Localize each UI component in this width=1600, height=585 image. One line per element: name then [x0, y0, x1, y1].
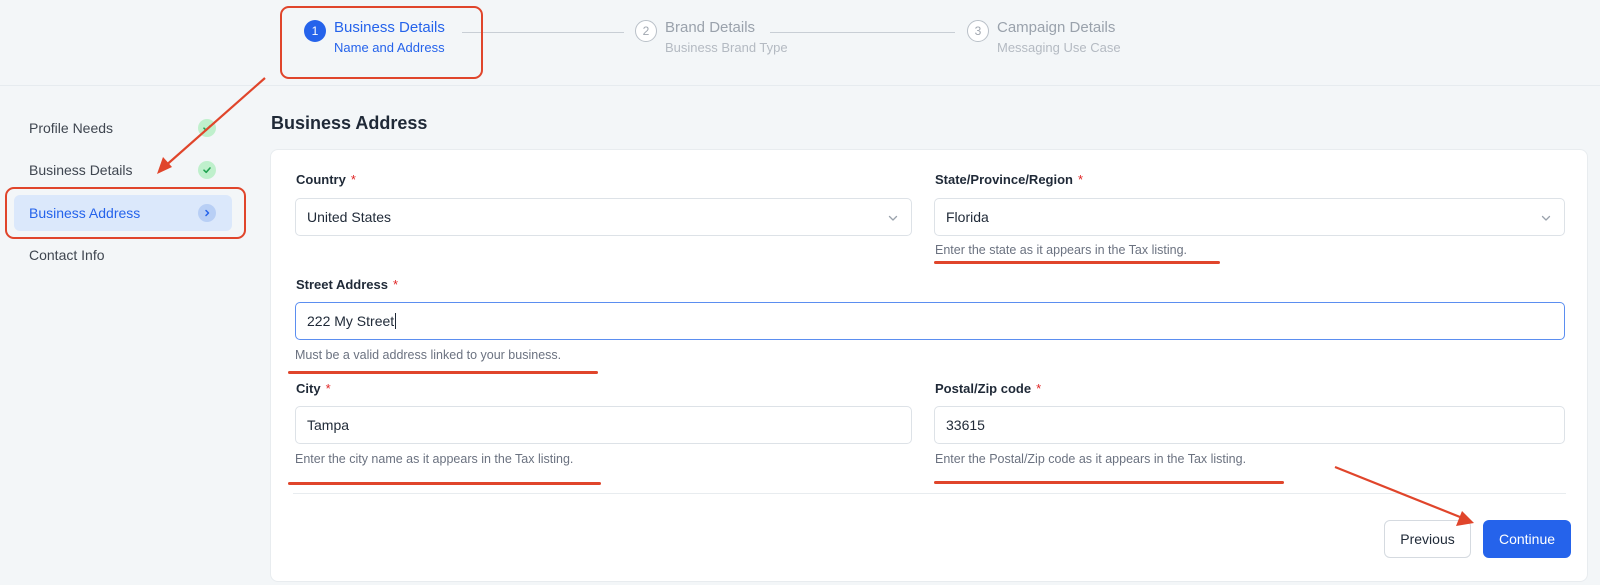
country-value: United States	[307, 209, 392, 225]
chevron-down-icon	[1540, 211, 1552, 227]
sidebar-item-label: Contact Info	[29, 247, 105, 263]
annotation-underline-postal	[934, 481, 1284, 484]
required-marker: *	[1036, 381, 1042, 396]
street-label: Street Address *	[296, 277, 398, 292]
previous-button[interactable]: Previous	[1384, 520, 1471, 558]
sidebar-item-contact-info[interactable]: Contact Info	[14, 237, 232, 273]
required-marker: *	[393, 277, 399, 292]
continue-button[interactable]: Continue	[1483, 520, 1571, 558]
city-label: City *	[296, 381, 331, 396]
required-marker: *	[1077, 172, 1084, 187]
sidebar-item-label: Profile Needs	[29, 120, 114, 136]
sidebar-item-label: Business Details	[29, 162, 133, 178]
step-connector	[462, 32, 624, 33]
section-title: Business Address	[271, 113, 428, 133]
step-connector	[770, 32, 955, 33]
divider	[293, 493, 1566, 494]
annotation-box-sidebar	[5, 187, 246, 239]
state-value: Florida	[946, 209, 989, 225]
postal-value: 33615	[946, 417, 985, 433]
state-hint: Enter the state as it appears in the Tax…	[935, 243, 1187, 257]
required-marker: *	[325, 381, 331, 396]
sidebar-item-profile-needs[interactable]: Profile Needs	[14, 110, 232, 146]
step-campaign-details[interactable]: 3 Campaign Details Messaging Use Case	[967, 18, 1121, 57]
street-address-input[interactable]: 222 My Street	[295, 302, 1565, 340]
country-label-text: Country	[296, 172, 346, 187]
progress-stepper: 1 Business Details Name and Address 2 Br…	[0, 0, 1600, 86]
country-label: Country *	[296, 172, 356, 187]
state-label: State/Province/Region *	[935, 172, 1083, 187]
city-value: Tampa	[307, 417, 350, 433]
street-hint: Must be a valid address linked to your b…	[295, 348, 562, 362]
street-value: 222 My Street	[307, 313, 395, 329]
state-label-text: State/Province/Region	[935, 172, 1073, 187]
step-title: Brand Details	[665, 19, 756, 36]
step-title: Campaign Details	[997, 19, 1116, 36]
postal-code-input[interactable]: 33615	[934, 406, 1565, 444]
city-input[interactable]: Tampa	[295, 406, 912, 444]
annotation-underline-street	[288, 371, 598, 374]
postal-label-text: Postal/Zip code	[935, 381, 1032, 396]
annotation-box-stepper	[280, 6, 483, 79]
step-number: 2	[635, 20, 657, 42]
postal-label: Postal/Zip code *	[935, 381, 1041, 396]
text-cursor	[395, 313, 397, 329]
country-select[interactable]: United States	[295, 198, 912, 236]
sidebar-item-business-details[interactable]: Business Details	[14, 152, 232, 188]
step-subtitle: Business Brand Type	[665, 40, 788, 55]
check-icon	[198, 161, 216, 179]
step-brand-details[interactable]: 2 Brand Details Business Brand Type	[635, 18, 788, 57]
postal-hint: Enter the Postal/Zip code as it appears …	[935, 452, 1247, 466]
annotation-underline-city	[288, 482, 601, 485]
city-label-text: City	[296, 381, 321, 396]
city-hint: Enter the city name as it appears in the…	[295, 452, 574, 466]
step-subtitle: Messaging Use Case	[997, 40, 1121, 55]
chevron-down-icon	[887, 211, 899, 227]
required-marker: *	[350, 172, 356, 187]
street-label-text: Street Address	[296, 277, 388, 292]
check-icon	[198, 119, 216, 137]
step-number: 3	[967, 20, 989, 42]
state-select[interactable]: Florida	[934, 198, 1565, 236]
address-form-card: Country * United States State/Province/Re…	[270, 149, 1588, 582]
annotation-underline-state	[934, 261, 1220, 264]
